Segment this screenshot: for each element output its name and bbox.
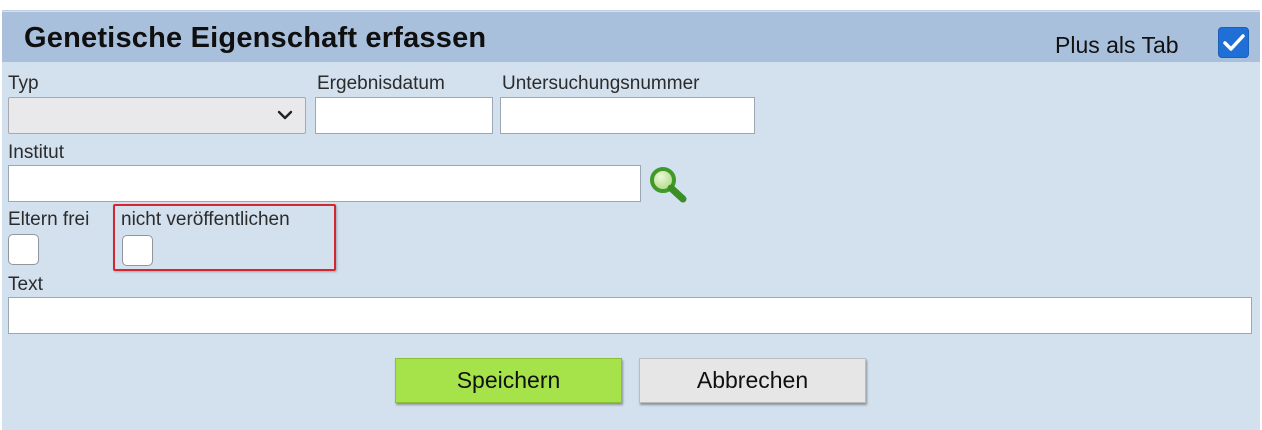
eltern-frei-label: Eltern frei [8, 209, 90, 230]
text-label: Text [8, 274, 43, 295]
untersuchungsnummer-field[interactable] [500, 97, 755, 134]
nicht-veroeffentlichen-checkbox[interactable] [122, 235, 153, 266]
untersuchungsnummer-label: Untersuchungsnummer [502, 73, 700, 94]
text-field[interactable] [8, 297, 1252, 334]
institut-label: Institut [8, 142, 64, 163]
chevron-down-icon [277, 110, 293, 120]
dialog-title: Genetische Eigenschaft erfassen [24, 22, 487, 54]
nicht-veroeffentlichen-label: nicht veröffentlichen [121, 209, 290, 230]
typ-label: Typ [8, 73, 39, 94]
ergebnisdatum-field[interactable] [315, 97, 493, 134]
ergebnisdatum-label: Ergebnisdatum [317, 73, 445, 94]
checkmark-icon [1223, 34, 1245, 51]
search-icon[interactable] [647, 165, 689, 205]
cancel-button[interactable]: Abbrechen [639, 358, 866, 403]
eltern-frei-checkbox[interactable] [8, 234, 39, 265]
typ-select[interactable] [8, 97, 306, 134]
plus-als-tab-checkbox[interactable] [1218, 27, 1249, 58]
save-button[interactable]: Speichern [395, 358, 622, 403]
plus-als-tab-label: Plus als Tab [1055, 32, 1179, 58]
institut-field[interactable] [8, 165, 641, 202]
